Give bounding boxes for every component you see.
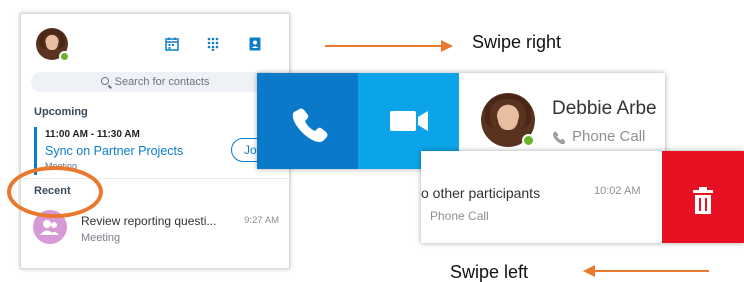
upcoming-heading: Upcoming: [34, 106, 88, 118]
recent-item-time: 9:27 AM: [244, 215, 279, 226]
meeting-time: 11:00 AM - 11:30 AM: [45, 129, 140, 140]
trash-icon: [693, 187, 713, 214]
avatar-hair: [38, 28, 66, 50]
search-icon: [100, 77, 109, 85]
search-placeholder: Search for contacts: [114, 76, 210, 88]
swipe-right-arrow-icon: [441, 40, 453, 52]
call-action[interactable]: [257, 73, 358, 169]
swipe-left-arrow-line: [593, 270, 709, 272]
search-bar[interactable]: Search for contacts: [31, 72, 279, 92]
recent-item-subtitle: Meeting: [81, 232, 121, 244]
contacts-icon[interactable]: [248, 37, 262, 51]
swipe-right-caption: Swipe right: [472, 32, 562, 52]
swipe-gesture-illustration: Search for contacts Upcoming 11:00 AM - …: [0, 0, 744, 282]
contact-call-type: Phone Call: [572, 128, 646, 145]
swipe-left-caption: Swipe left: [450, 262, 529, 282]
meeting-title: Sync on Partner Projects: [45, 144, 184, 158]
highlight-ellipse: [7, 166, 103, 218]
delete-action[interactable]: [662, 151, 744, 243]
conversation-time: 10:02 AM: [594, 185, 641, 197]
recent-item-title: Review reporting questi...: [81, 214, 217, 228]
dialpad-icon[interactable]: [206, 37, 220, 51]
phone-icon: [292, 108, 328, 142]
conversation-call-type: Phone Call: [430, 209, 489, 223]
avatar-hair: [485, 94, 531, 129]
presence-dot: [522, 134, 535, 147]
conversation-title: o other participants: [421, 185, 541, 201]
presence-dot: [59, 51, 70, 62]
calendar-icon[interactable]: [165, 37, 179, 51]
contact-name: Debbie Arbe: [552, 98, 657, 119]
swipe-left-card[interactable]: o other participants Phone Call 10:02 AM: [421, 151, 744, 243]
swipe-right-arrow-line: [325, 45, 443, 47]
app-panel: Search for contacts Upcoming 11:00 AM - …: [20, 13, 290, 269]
phone-icon: [553, 131, 565, 144]
